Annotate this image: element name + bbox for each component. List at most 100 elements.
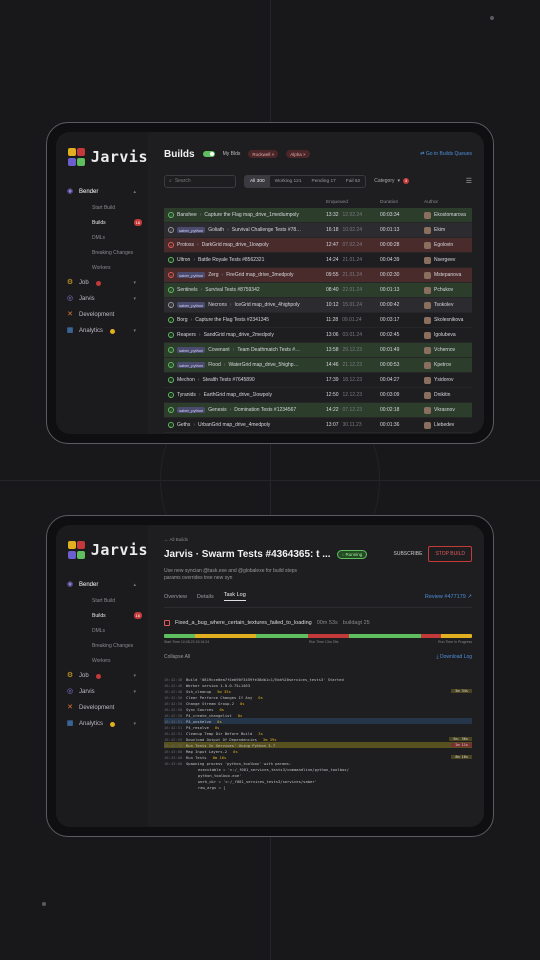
build-tag: saber_python [177,407,206,413]
table-row[interactable]: ✓ saber_python Covenant › Team Deathmatch Te… [164,343,472,358]
tab-details[interactable]: Details [197,594,214,600]
download-log-button[interactable]: ⤓ Download Log [436,654,472,660]
job-icon: ⚙ [66,672,74,679]
build-project: Ultron [177,257,191,263]
sidebar-subitem-workers[interactable]: Workers [56,260,148,275]
sidebar-subitem-breaking-changes[interactable]: Breaking Changes [56,245,148,260]
sidebar-subitem-label: Start Build [92,597,116,604]
enqueued-time: 09:55 [326,272,339,278]
author-cell[interactable]: Ekim [424,226,472,234]
author-cell[interactable]: Tsokolev [424,301,472,309]
table-row[interactable]: ✓ Mechon › Stealth Tests #7645890 17:39 18.12… [164,373,472,388]
author-cell[interactable]: Skolesnikova [424,316,472,324]
sidebar-subitem-builds[interactable]: Builds 16 [56,608,148,623]
table-row[interactable]: ✓ saber_python Genesis › Domination Tests #1… [164,403,472,418]
sidebar-item-development[interactable]: ✕ Development [56,700,148,716]
author-cell[interactable]: Mstepanova [424,271,472,279]
sidebar-item-analytics[interactable]: ▦ Analytics ▾ [56,716,148,732]
filter-chip[interactable]: Alpha × [286,150,310,158]
analytics-icon: ▦ [66,327,74,334]
author-cell[interactable]: Ysidorov [424,376,472,384]
author-cell[interactable]: Llebedev [424,421,472,429]
my-builds-toggle[interactable] [202,151,215,157]
author-cell[interactable]: Vkrasnov [424,406,472,414]
table-row[interactable]: × saber_python Zerg › FireGrid map_drive_3me… [164,268,472,283]
builds-queues-link[interactable]: ⇄ Go to Builds Queues [420,151,472,157]
column-author[interactable]: Author [424,200,472,208]
category-dropdown[interactable]: Category ▾ 3 [374,178,410,184]
segment-working[interactable]: Working 121 [270,176,307,187]
tab-overview[interactable]: Overview [164,594,187,600]
table-row[interactable]: ✓ saber_python Flood › WaterGrid map_drive_5… [164,358,472,373]
duration-cell: 00:01:13 [380,287,400,293]
breadcrumb[interactable]: ← All Builds [164,537,472,542]
table-row[interactable]: ✓ Tyranids › EarthGrid map_drive_1lowpoly 12… [164,388,472,403]
author-cell[interactable]: Egolovin [424,241,472,249]
sidebar-subitem-label: Workers [92,264,111,271]
segment-pending[interactable]: Pending 17 [307,176,341,187]
job-alert-badge [95,280,101,286]
sidebar-item-job[interactable]: ⚙ Job ▾ [56,668,148,684]
table-row[interactable]: ✓ Borg › Capture the Flag Tests #2341345 11:… [164,313,472,328]
duration-cell: 00:01:49 [380,347,400,353]
enqueued-time: 13:32 [326,212,339,218]
tab-task-log[interactable]: Task Log [223,592,246,601]
build-name-cell: × saber_python Zerg › FireGrid map_drive_3me… [164,272,326,278]
app-logo[interactable]: Jarvis [56,148,148,166]
sidebar-subitem-start-build[interactable]: Start Build [56,200,148,215]
columns-menu-icon[interactable]: ☰ [466,177,472,185]
sidebar-subitem-dmls[interactable]: DMLs [56,230,148,245]
log-line[interactable]: raw_args = [ [164,784,472,790]
log-duration: 0s [258,694,263,700]
sidebar-subitem-builds[interactable]: Builds 16 [56,215,148,230]
app-logo[interactable]: Jarvis [56,541,148,559]
table-row[interactable]: ✓ Ultron › Battle Royale Tests #8562321 14:2… [164,253,472,268]
segment-all[interactable]: All 300 [245,175,270,187]
background-dot [490,16,494,20]
author-cell[interactable]: Pchukov [424,286,472,294]
separator-icon: › [199,212,202,218]
sidebar-subitem-start-build[interactable]: Start Build [56,593,148,608]
table-row[interactable]: ✓ Geths › UrbanGrid map_drive_4medpoly 13:07… [164,418,472,433]
search-input[interactable]: ⌕ Search [164,174,236,188]
column-duration[interactable]: Duration [380,200,424,208]
sidebar-item-analytics[interactable]: ▦ Analytics ▾ [56,323,148,339]
status-icon: ✓ [168,422,174,428]
author-cell[interactable]: Kpetrov [424,361,472,369]
job-tabs: Overview Details Task Log Review #477179… [164,592,472,601]
author-cell[interactable]: Ekostomarova [424,211,472,219]
sidebar-subitem-dmls[interactable]: DMLs [56,623,148,638]
table-row[interactable]: ✓ Banshee › Capture the Flag map_drive_1med… [164,208,472,223]
sidebar-subitem-workers[interactable]: Workers [56,653,148,668]
log-duration: 0s [219,706,225,712]
table-row[interactable]: ✓ Reapers › SandGrid map_drive_2medpoly 13:0… [164,328,472,343]
sidebar-item-bender[interactable]: ◉ Bender ▴ [56,184,148,200]
failure-summary[interactable]: Fixed_a_bug_where_certain_textures_faile… [164,620,472,626]
segment-fail[interactable]: Fail 62 [341,176,365,187]
stop-build-button[interactable]: STOP BUILD [428,546,472,562]
table-row[interactable]: ✓ saber_python Goliath › Survival Challenge … [164,223,472,238]
sidebar-item-bender[interactable]: ◉ Bender ▴ [56,577,148,593]
subscribe-button[interactable]: SUBSCRIBE [394,551,423,557]
build-timeline[interactable] [164,634,472,638]
table-row[interactable]: ✓ saber_python Necrons › IceGrid map_drive_4… [164,298,472,313]
author-name: Ekim [434,227,446,233]
author-cell[interactable]: Vchernov [424,346,472,354]
sidebar-item-jarvis[interactable]: ◎ Jarvis ▾ [56,291,148,307]
log-duration: 0s [237,712,243,718]
enqueued-time: 08:40 [326,287,339,293]
sidebar-item-job[interactable]: ⚙ Job ▾ [56,275,148,291]
sidebar-item-development[interactable]: ✕ Development [56,307,148,323]
sidebar-item-jarvis[interactable]: ◎ Jarvis ▾ [56,684,148,700]
filter-chip[interactable]: Rockwell × [248,150,279,158]
collapse-all-button[interactable]: Collapse All [164,654,190,660]
table-row[interactable]: × Protoss › DarkGrid map_drive_1lowpoly 12:4… [164,238,472,253]
sidebar-subitem-breaking-changes[interactable]: Breaking Changes [56,638,148,653]
log-timestamp: 16:42:51 [164,724,183,730]
column-enqueued[interactable]: Enqueued [326,200,380,208]
author-cell[interactable]: Nsergeev [424,256,472,264]
table-row[interactable]: ✓ Sentinels › Survival Tests #8759342 08:40 2… [164,283,472,298]
author-cell[interactable]: Igolubeva [424,331,472,339]
author-cell[interactable]: Dnikitin [424,391,472,399]
review-link[interactable]: Review #477179 ↗ [425,594,472,600]
